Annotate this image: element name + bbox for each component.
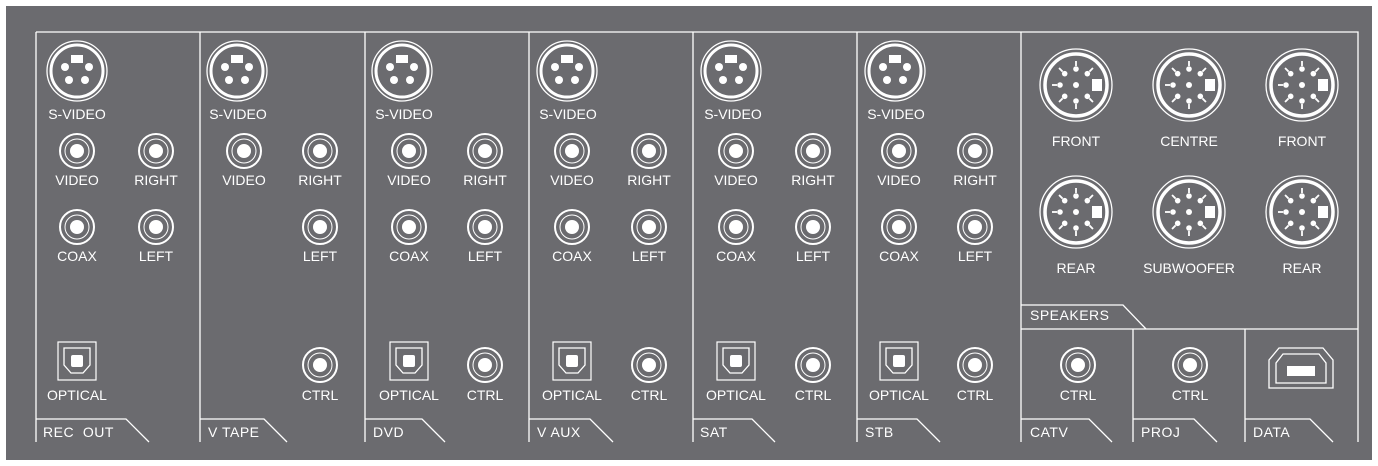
section-tag-v-tape: V TAPE [208, 424, 260, 440]
speaker-label-rear-right: REAR [1283, 260, 1322, 276]
left-label-dvd: LEFT [468, 248, 503, 264]
left-label-rec-out: LEFT [139, 248, 174, 264]
svideo-label-rec-out: S-VIDEO [48, 106, 106, 122]
rca-jack-icon [467, 209, 503, 245]
rca-jack-icon [1060, 347, 1096, 383]
ctrl-label-proj: CTRL [1172, 387, 1209, 403]
left-label-stb: LEFT [958, 248, 993, 264]
rca-jack-icon [881, 133, 917, 169]
video-label-stb: VIDEO [877, 172, 921, 188]
rca-jack-icon [795, 347, 831, 383]
optical-label-v-aux: OPTICAL [542, 387, 602, 403]
rca-jack-icon [226, 133, 262, 169]
section-tag-speakers: SPEAKERS [1030, 307, 1109, 323]
speaker-label-front-left: FRONT [1052, 133, 1101, 149]
video-label-dvd: VIDEO [387, 172, 431, 188]
rca-jack-icon [631, 347, 667, 383]
rca-jack-icon [631, 133, 667, 169]
speaker-label-rear-left: REAR [1057, 260, 1096, 276]
video-label-rec-out: VIDEO [55, 172, 99, 188]
rca-jack-icon [138, 209, 174, 245]
coax-label-stb: COAX [879, 248, 919, 264]
rca-jack-icon [957, 347, 993, 383]
rca-jack-icon [1172, 347, 1208, 383]
coax-label-rec-out: COAX [57, 248, 97, 264]
ctrl-label-stb: CTRL [957, 387, 994, 403]
rca-jack-icon [554, 209, 590, 245]
rca-jack-icon [957, 209, 993, 245]
svideo-label-v-tape: S-VIDEO [209, 106, 267, 122]
optical-label-rec-out: OPTICAL [47, 387, 107, 403]
rca-jack-icon [467, 347, 503, 383]
section-tag-stb: STB [865, 424, 894, 440]
section-tag-data: DATA [1253, 424, 1290, 440]
right-label-sat: RIGHT [791, 172, 835, 188]
speaker-label-subwoofer: SUBWOOFER [1143, 260, 1235, 276]
ctrl-label-sat: CTRL [795, 387, 832, 403]
left-label-v-tape: LEFT [303, 248, 338, 264]
right-label-rec-out: RIGHT [134, 172, 178, 188]
section-tag-dvd: DVD [373, 424, 404, 440]
right-label-dvd: RIGHT [463, 172, 507, 188]
section-tag-sat: SAT [700, 424, 728, 440]
rear-panel: S-VIDEO VIDEO RIGHT COAX LEFT OPTICAL RE… [6, 6, 1372, 460]
speaker-label-front-right: FRONT [1278, 133, 1327, 149]
video-label-sat: VIDEO [714, 172, 758, 188]
rca-jack-icon [718, 133, 754, 169]
right-label-v-aux: RIGHT [627, 172, 671, 188]
left-label-sat: LEFT [796, 248, 831, 264]
svideo-label-dvd: S-VIDEO [375, 106, 433, 122]
rca-jack-icon [795, 133, 831, 169]
coax-label-sat: COAX [716, 248, 756, 264]
rca-jack-icon [631, 209, 667, 245]
rca-jack-icon [957, 133, 993, 169]
svideo-label-sat: S-VIDEO [704, 106, 762, 122]
rca-jack-icon [467, 133, 503, 169]
coax-label-dvd: COAX [389, 248, 429, 264]
rca-jack-icon [59, 209, 95, 245]
section-tag-v-aux: V AUX [537, 424, 581, 440]
section-tag-proj: PROJ [1141, 424, 1180, 440]
rca-jack-icon [554, 133, 590, 169]
right-label-stb: RIGHT [953, 172, 997, 188]
rca-jack-icon [138, 133, 174, 169]
svideo-label-v-aux: S-VIDEO [539, 106, 597, 122]
rca-jack-icon [59, 133, 95, 169]
rca-jack-icon [391, 133, 427, 169]
optical-label-stb: OPTICAL [869, 387, 929, 403]
rca-jack-icon [795, 209, 831, 245]
video-label-v-tape: VIDEO [222, 172, 266, 188]
speaker-label-centre: CENTRE [1160, 133, 1218, 149]
rca-jack-icon [302, 133, 338, 169]
left-label-v-aux: LEFT [632, 248, 667, 264]
coax-label-v-aux: COAX [552, 248, 592, 264]
ctrl-label-dvd: CTRL [467, 387, 504, 403]
rca-jack-icon [302, 347, 338, 383]
section-tag-rec-out: REC OUT [43, 424, 114, 440]
right-label-v-tape: RIGHT [298, 172, 342, 188]
rca-jack-icon [718, 209, 754, 245]
rca-jack-icon [302, 209, 338, 245]
rca-jack-icon [391, 209, 427, 245]
ctrl-label-v-aux: CTRL [631, 387, 668, 403]
optical-label-dvd: OPTICAL [379, 387, 439, 403]
optical-label-sat: OPTICAL [706, 387, 766, 403]
ctrl-label-catv: CTRL [1060, 387, 1097, 403]
section-tag-catv: CATV [1030, 424, 1068, 440]
ctrl-label-v-tape: CTRL [302, 387, 339, 403]
svideo-label-stb: S-VIDEO [867, 106, 925, 122]
rca-jack-icon [881, 209, 917, 245]
video-label-v-aux: VIDEO [550, 172, 594, 188]
